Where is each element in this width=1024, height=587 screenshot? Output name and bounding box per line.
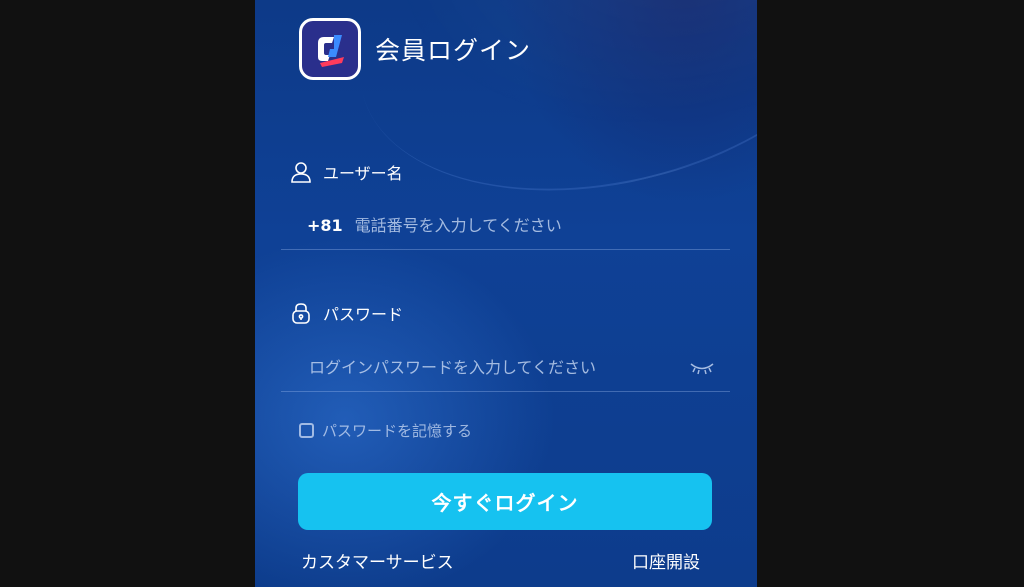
password-input[interactable] [309, 357, 688, 377]
open-account-link[interactable]: 口座開設 [632, 548, 700, 573]
remember-password[interactable]: パスワードを記憶する [299, 420, 472, 441]
username-field: +81 [281, 201, 730, 250]
page-title: 会員ログイン [375, 36, 532, 65]
remember-checkbox[interactable] [299, 423, 314, 438]
login-button[interactable]: 今すぐログイン [298, 473, 712, 530]
lock-icon [289, 301, 313, 325]
login-screen: 会員ログイン ユーザー名 +81 パスワード [255, 0, 757, 587]
customer-service-link[interactable]: カスタマーサービス [301, 548, 454, 573]
password-field [281, 343, 730, 392]
app-logo-icon [299, 18, 361, 80]
country-code[interactable]: +81 [307, 216, 343, 235]
header: 会員ログイン [299, 18, 531, 80]
remember-label: パスワードを記憶する [322, 422, 473, 440]
eye-closed-icon[interactable] [688, 359, 716, 375]
username-label: ユーザー名 [289, 160, 403, 184]
username-label-text: ユーザー名 [323, 164, 403, 183]
password-label-text: パスワード [323, 305, 404, 324]
user-icon [289, 160, 313, 184]
phone-input[interactable] [354, 215, 730, 235]
password-label: パスワード [289, 301, 403, 325]
